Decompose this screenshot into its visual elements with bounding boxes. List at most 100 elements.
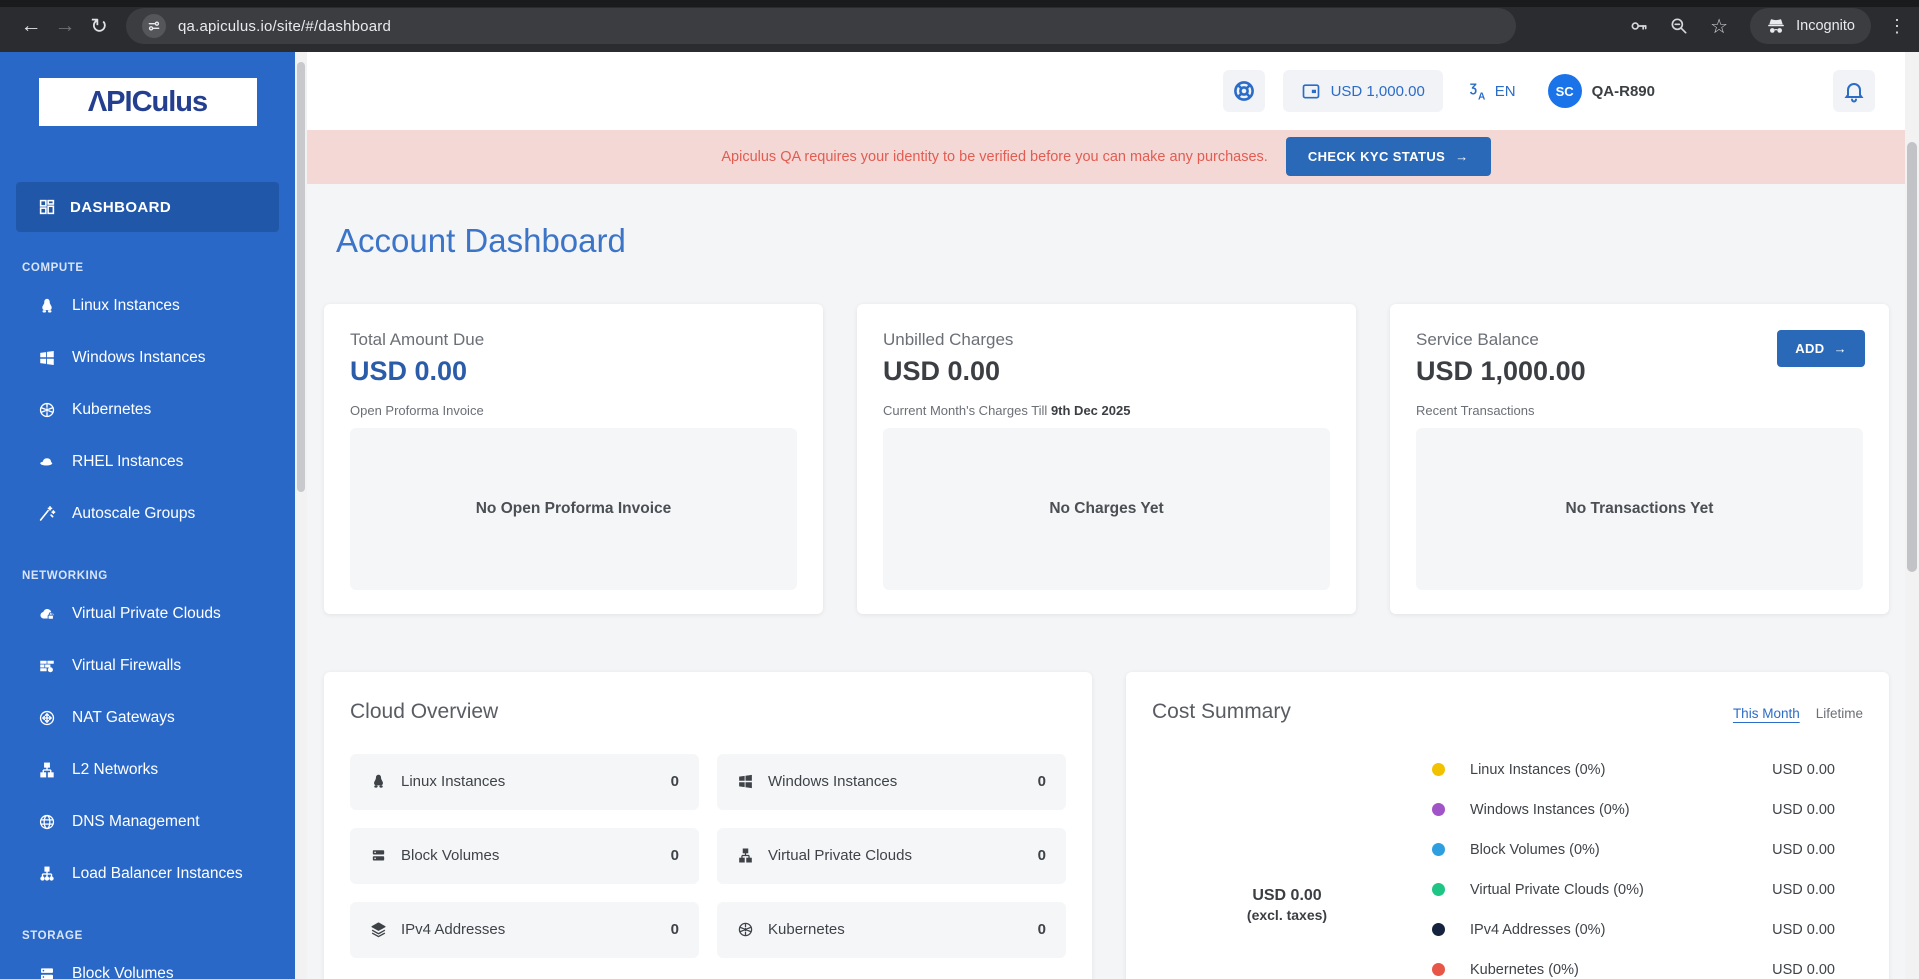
help-button[interactable] (1223, 70, 1265, 112)
transactions-empty-state: No Transactions Yet (1416, 428, 1863, 590)
zoom-out-icon[interactable] (1662, 9, 1696, 43)
load-balancer-icon (38, 865, 56, 883)
open-proforma-empty-state: No Open Proforma Invoice (350, 428, 797, 590)
wallet-icon (1301, 81, 1321, 101)
sidebar: ΛPICulus DASHBOARD COMPUTE Linux Instanc… (0, 52, 295, 979)
legend-dot (1432, 803, 1445, 816)
linux-icon (38, 297, 56, 315)
tab-this-month[interactable]: This Month (1733, 706, 1800, 721)
bookmark-star-icon[interactable]: ☆ (1702, 9, 1736, 43)
sidebar-item-dashboard[interactable]: DASHBOARD (16, 182, 279, 232)
sidebar-item-load-balancer-instances[interactable]: Load Balancer Instances (0, 848, 295, 900)
card-title: Unbilled Charges (883, 330, 1330, 350)
notifications-button[interactable] (1833, 70, 1875, 112)
magic-wand-icon (38, 505, 56, 523)
page-scrollbar[interactable] (1905, 52, 1919, 979)
firewall-icon (38, 657, 56, 675)
cost-summary-panel: Cost Summary This Month Lifetime USD 0.0… (1126, 672, 1889, 979)
sidebar-item-block-volumes[interactable]: Block Volumes (0, 948, 295, 979)
avatar: SC (1548, 74, 1582, 108)
windows-icon (38, 349, 56, 367)
cost-summary-title: Cost Summary (1152, 700, 1291, 724)
kubernetes-icon (38, 401, 56, 419)
url-text: qa.apiculus.io/site/#/dashboard (178, 18, 391, 35)
tab-lifetime[interactable]: Lifetime (1816, 706, 1863, 721)
linux-icon (370, 773, 387, 790)
dashboard-content: Account Dashboard Total Amount Due USD 0… (307, 184, 1905, 979)
redhat-icon (38, 453, 56, 471)
sidebar-item-windows-instances[interactable]: Windows Instances (0, 332, 295, 384)
card-subtitle: Open Proforma Invoice (350, 403, 797, 418)
life-buoy-icon (1232, 79, 1256, 103)
sidebar-item-l2-networks[interactable]: L2 Networks (0, 744, 295, 796)
charges-till-date: 9th Dec 2025 (1051, 403, 1131, 418)
tile-kubernetes[interactable]: Kubernetes 0 (717, 902, 1066, 958)
windows-icon (737, 773, 754, 790)
sidebar-item-virtual-private-clouds[interactable]: Virtual Private Clouds (0, 588, 295, 640)
kyc-banner: Apiculus QA requires your identity to be… (307, 130, 1905, 183)
account-menu[interactable]: SC QA-R890 (1548, 74, 1655, 108)
page-title: Account Dashboard (336, 222, 1889, 260)
unbilled-charges-value: USD 0.00 (883, 356, 1330, 387)
translate-icon: Ʒ A (1467, 80, 1489, 102)
top-header: USD 1,000.00 Ʒ A EN SC QA-R890 (307, 52, 1905, 130)
cloud-overview-panel: Cloud Overview Linux Instances 0 (324, 672, 1092, 979)
legend-dot (1432, 963, 1445, 976)
tile-linux-instances[interactable]: Linux Instances 0 (350, 754, 699, 810)
sidebar-item-linux-instances[interactable]: Linux Instances (0, 280, 295, 332)
charges-empty-state: No Charges Yet (883, 428, 1330, 590)
sidebar-scrollbar-thumb[interactable] (297, 62, 305, 492)
tile-virtual-private-clouds[interactable]: Virtual Private Clouds 0 (717, 828, 1066, 884)
legend-dot (1432, 883, 1445, 896)
kyc-message: Apiculus QA requires your identity to be… (721, 149, 1267, 165)
card-subtitle: Recent Transactions (1416, 403, 1863, 418)
svg-text:Ʒ: Ʒ (1470, 81, 1477, 95)
total-amount-due-value: USD 0.00 (350, 356, 797, 387)
kubernetes-icon (737, 921, 754, 938)
sidebar-item-kubernetes[interactable]: Kubernetes (0, 384, 295, 436)
sidebar-item-autoscale-groups[interactable]: Autoscale Groups (0, 488, 295, 540)
legend-row-block-volumes: Block Volumes (0%) USD 0.00 (1432, 830, 1863, 870)
sidebar-section-storage: STORAGE (22, 930, 295, 942)
cloud-overview-title: Cloud Overview (350, 700, 1066, 724)
check-kyc-status-button[interactable]: CHECK KYC STATUS → (1286, 137, 1491, 176)
tile-windows-instances[interactable]: Windows Instances 0 (717, 754, 1066, 810)
address-bar[interactable]: qa.apiculus.io/site/#/dashboard (126, 8, 1516, 44)
ipv4-layers-icon (370, 921, 387, 938)
browser-menu-icon[interactable]: ⋮ (1885, 16, 1909, 37)
unbilled-charges-card: Unbilled Charges USD 0.00 Current Month'… (857, 304, 1356, 614)
apiculus-logo[interactable]: ΛPICulus (39, 78, 257, 126)
block-volume-icon (38, 965, 56, 979)
tile-ipv4-addresses[interactable]: IPv4 Addresses 0 (350, 902, 699, 958)
legend-dot (1432, 763, 1445, 776)
legend-dot (1432, 843, 1445, 856)
total-amount-due-card: Total Amount Due USD 0.00 Open Proforma … (324, 304, 823, 614)
language-selector[interactable]: Ʒ A EN (1467, 80, 1516, 102)
cost-legend: Linux Instances (0%) USD 0.00 Windows In… (1422, 750, 1863, 979)
sidebar-scrollbar[interactable] (295, 52, 307, 979)
forward-icon[interactable]: → (48, 9, 82, 43)
sidebar-item-virtual-firewalls[interactable]: Virtual Firewalls (0, 640, 295, 692)
site-settings-icon[interactable] (142, 14, 166, 38)
incognito-badge: Incognito (1750, 8, 1871, 44)
wallet-balance: USD 1,000.00 (1331, 83, 1425, 100)
dashboard-icon (38, 198, 56, 216)
l2-network-icon (38, 761, 56, 779)
cost-total: USD 0.00 (excl. taxes) (1152, 820, 1422, 979)
wallet-balance-button[interactable]: USD 1,000.00 (1283, 70, 1443, 112)
sidebar-item-nat-gateways[interactable]: NAT Gateways (0, 692, 295, 744)
legend-row-linux: Linux Instances (0%) USD 0.00 (1432, 750, 1863, 790)
sidebar-section-compute: COMPUTE (22, 262, 295, 274)
sidebar-item-dns-management[interactable]: DNS Management (0, 796, 295, 848)
add-funds-button[interactable]: ADD → (1777, 330, 1865, 367)
legend-dot (1432, 923, 1445, 936)
sidebar-item-rhel-instances[interactable]: RHEL Instances (0, 436, 295, 488)
password-key-icon[interactable] (1622, 9, 1656, 43)
reload-icon[interactable]: ↻ (82, 9, 116, 43)
language-label: EN (1495, 83, 1516, 100)
back-icon[interactable]: ← (14, 9, 48, 43)
cloud-lock-icon (38, 605, 56, 623)
page-scrollbar-thumb[interactable] (1907, 142, 1917, 572)
tile-block-volumes[interactable]: Block Volumes 0 (350, 828, 699, 884)
cost-total-value: USD 0.00 (1252, 887, 1321, 905)
